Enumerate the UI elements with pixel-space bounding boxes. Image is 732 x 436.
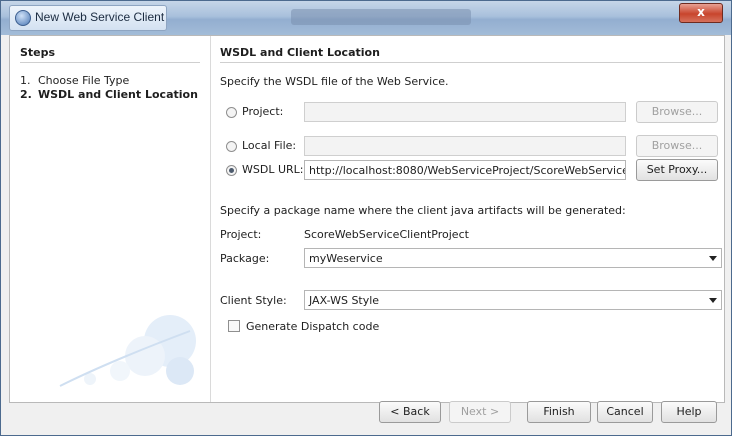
local-file-radio[interactable] [226,141,237,152]
steps-divider [20,62,200,63]
cancel-button[interactable]: Cancel [597,401,653,423]
project-row-label: Project: [220,228,262,241]
local-file-field[interactable] [304,136,626,156]
project-browse-button[interactable]: Browse... [636,101,718,123]
panel-title: WSDL and Client Location [220,46,380,59]
decorative-graphic [59,315,196,387]
close-button[interactable]: x [679,3,723,23]
set-proxy-button[interactable]: Set Proxy... [636,159,718,181]
package-value: myWeservice [309,252,383,265]
project-field[interactable] [304,102,626,122]
netbeans-app-icon [15,10,31,26]
client-style-value: JAX-WS Style [309,294,380,307]
back-button[interactable]: < Back [379,401,441,423]
title-bar[interactable]: New Web Service Client x [1,1,731,35]
dialog-content: Steps 1. Choose File Type 2. WSDL and Clie… [9,35,725,403]
step-item-current: 2. WSDL and Client Location [20,88,198,101]
help-button[interactable]: Help [661,401,717,423]
chevron-down-icon[interactable] [709,256,717,261]
project-radio-label: Project: [242,105,284,118]
blurred-title-area [291,9,471,25]
step-label: WSDL and Client Location [38,88,198,101]
step-number: 2. [20,88,32,101]
steps-title: Steps [20,46,56,59]
wsdl-intro-text: Specify the WSDL file of the Web Service… [220,75,449,88]
generate-dispatch-checkbox[interactable] [228,320,240,332]
client-style-combo[interactable]: JAX-WS Style [304,290,722,310]
dialog-window: New Web Service Client x Steps 1. Choose … [0,0,732,436]
client-style-label: Client Style: [220,294,287,307]
project-name-value: ScoreWebServiceClientProject [304,228,469,241]
package-combo[interactable]: myWeservice [304,248,722,268]
step-label: Choose File Type [38,74,130,87]
package-label: Package: [220,252,270,265]
chevron-down-icon[interactable] [709,298,717,303]
wsdl-location-panel: WSDL and Client Location Specify the WSD… [220,36,724,402]
project-radio[interactable] [226,107,237,118]
finish-button[interactable]: Finish [527,401,591,423]
local-file-radio-label: Local File: [242,139,297,152]
steps-panel: Steps 1. Choose File Type 2. WSDL and Clie… [10,36,211,402]
wsdl-url-radio[interactable] [226,165,237,176]
package-intro-text: Specify a package name where the client … [220,204,626,217]
next-button[interactable]: Next > [449,401,511,423]
panel-divider [220,62,722,63]
step-item: 1. Choose File Type [20,74,129,87]
wsdl-url-radio-label: WSDL URL: [242,163,304,176]
window-title: New Web Service Client [35,10,165,24]
local-file-browse-button[interactable]: Browse... [636,135,718,157]
step-number: 1. [20,74,31,87]
wsdl-url-input[interactable]: http://localhost:8080/WebServiceProject/… [304,160,626,180]
generate-dispatch-label: Generate Dispatch code [246,320,380,333]
button-bar: < Back Next > Finish Cancel Help [9,401,723,431]
